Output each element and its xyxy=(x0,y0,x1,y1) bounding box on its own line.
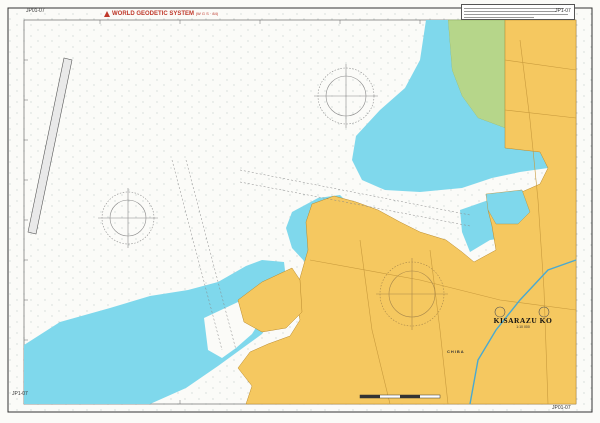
corner-code-bottom-left: JP1-07 xyxy=(12,391,28,397)
chart-title: KISARAZU KO xyxy=(493,316,553,325)
title-block: KISARAZU KO 1:10 000 xyxy=(492,316,554,329)
nautical-chart-sheet: WORLD GEODETIC SYSTEM (W G S · 84) JP01-… xyxy=(0,0,600,423)
note-line xyxy=(464,14,568,15)
note-line xyxy=(464,11,556,12)
chart-scale: 1:10 000 xyxy=(516,325,530,329)
chart-canvas xyxy=(7,7,593,413)
scale-bar xyxy=(359,394,441,399)
note-line xyxy=(464,17,534,18)
place-label-chiba: CHIBA xyxy=(447,349,465,354)
corner-code-top-left: JP01-07 xyxy=(26,8,45,14)
corner-code-bottom-right: JP01-07 xyxy=(552,405,571,411)
note-line xyxy=(464,8,564,9)
datum-banner: WORLD GEODETIC SYSTEM (W G S · 84) xyxy=(112,11,219,17)
wgs-mark-icon xyxy=(104,11,110,17)
corner-code-top-right: JP1-07 xyxy=(555,8,571,14)
